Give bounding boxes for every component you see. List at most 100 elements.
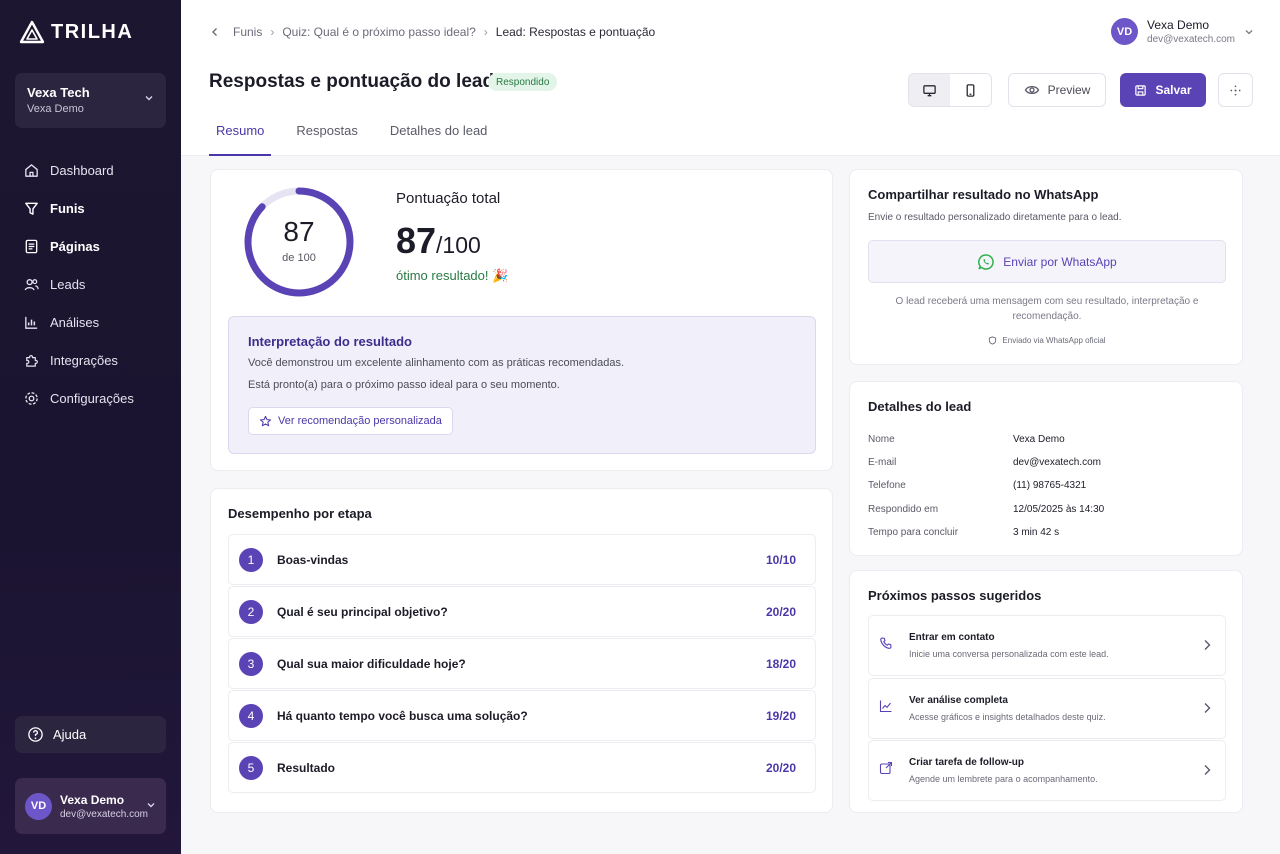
score-of: de 100	[282, 252, 316, 264]
more-options-button[interactable]	[1218, 73, 1253, 107]
step-score: 20/20	[765, 760, 796, 775]
sidebar-item-label: Integrações	[50, 352, 118, 368]
interpretation-text: Você demonstrou um excelente alinhamento…	[248, 357, 625, 369]
breadcrumb-quiz[interactable]: Quiz: Qual é o próximo passo ideal?	[282, 25, 475, 39]
chevron-down-icon	[1245, 29, 1253, 34]
logo[interactable]: TRILHA	[19, 20, 133, 44]
desktop-icon	[923, 84, 936, 96]
device-toggle	[908, 73, 992, 107]
step-question: Qual sua maior dificuldade hoje?	[277, 656, 466, 671]
detail-value: 3 min 42 s	[1013, 527, 1060, 538]
lead-details-card: Detalhes do lead Nome Vexa Demo E-mail d…	[849, 381, 1243, 556]
star-icon	[259, 415, 272, 426]
detail-value: (11) 98765-4321	[1013, 480, 1087, 491]
breadcrumb-current: Lead: Respostas e pontuação	[495, 25, 656, 39]
help-button[interactable]: Ajuda	[15, 716, 166, 753]
sidebar-item-integracoes[interactable]: Integrações	[0, 341, 181, 379]
score-card: 87 de 100 Pontuação total 87/100 ótimo r…	[210, 169, 833, 471]
step-score: 20/20	[765, 604, 796, 619]
user-name: Vexa Demo	[60, 792, 125, 807]
sidebar-user-menu[interactable]: VD Vexa Demo dev@vexatech.com	[15, 778, 166, 834]
list-item[interactable]: 4 Há quanto tempo você busca uma solução…	[228, 690, 816, 741]
save-label: Salvar	[1155, 83, 1192, 97]
chevron-down-icon	[145, 96, 153, 101]
funnel-icon	[25, 202, 38, 215]
send-whatsapp-button[interactable]: Enviar por WhatsApp	[868, 240, 1226, 283]
home-icon	[25, 163, 38, 177]
sidebar-item-label: Configurações	[50, 390, 134, 406]
tab-detalhes-do-lead[interactable]: Detalhes do lead	[383, 115, 495, 156]
list-item[interactable]: 1 Boas-vindas 10/10	[228, 534, 816, 585]
step-question: Qual é seu principal objetivo?	[277, 604, 448, 619]
detail-value: Vexa Demo	[1013, 434, 1065, 445]
next-step-desc: Agende um lembrete para o acompanhamento…	[909, 774, 1098, 784]
step-score: 19/20	[765, 708, 796, 723]
next-step-title: Entrar em contato	[909, 632, 995, 643]
gear-icon	[25, 391, 38, 405]
next-step-desc: Inicie uma conversa personalizada com es…	[909, 649, 1109, 659]
detail-key: Nome	[868, 434, 895, 445]
sidebar-item-leads[interactable]: Leads	[0, 265, 181, 303]
detail-row: Respondido em 12/05/2025 às 14:30	[868, 504, 1104, 515]
step-score: 18/20	[765, 656, 796, 671]
step-number: 5	[239, 755, 263, 780]
user-email: dev@vexatech.com	[60, 808, 148, 820]
preview-button[interactable]: Preview	[1008, 73, 1106, 107]
next-step-title: Criar tarefa de follow-up	[909, 757, 1025, 768]
save-button[interactable]: Salvar	[1120, 73, 1206, 107]
step-number: 3	[239, 651, 263, 676]
breadcrumb-separator-icon: ›	[270, 25, 275, 39]
total-score: 87/100	[396, 220, 481, 262]
whatsapp-official-label: Enviado via WhatsApp oficial	[1002, 336, 1106, 345]
sidebar-item-funis[interactable]: Funis	[0, 189, 181, 227]
breadcrumb-funis[interactable]: Funis	[233, 25, 262, 39]
interpretation-text: Está pronto(a) para o próximo passo idea…	[248, 379, 560, 391]
brand-name: TRILHA	[51, 20, 134, 43]
sidebar-item-label: Análises	[50, 314, 100, 330]
sidebar-item-analises[interactable]: Análises	[0, 303, 181, 341]
performance-card: Desempenho por etapa 1 Boas-vindas 10/10…	[210, 488, 833, 813]
back-icon[interactable]	[209, 26, 221, 38]
workspace-name: Vexa Tech	[27, 85, 90, 100]
sidebar-item-paginas[interactable]: Páginas	[0, 227, 181, 265]
preview-label: Preview	[1047, 83, 1091, 97]
sidebar-item-configuracoes[interactable]: Configurações	[0, 379, 181, 417]
detail-value: dev@vexatech.com	[1013, 457, 1101, 468]
workspace-sub: Vexa Demo	[27, 103, 84, 115]
step-question: Boas-vindas	[277, 552, 349, 567]
workspace-switcher[interactable]: Vexa Tech Vexa Demo	[15, 73, 166, 128]
list-item[interactable]: 3 Qual sua maior dificuldade hoje? 18/20	[228, 638, 816, 689]
sidebar: TRILHA Vexa Tech Vexa Demo Dashboard Fun…	[0, 0, 181, 854]
total-score-value: 87	[396, 220, 437, 261]
tab-respostas[interactable]: Respostas	[289, 115, 364, 156]
sidebar-item-dashboard[interactable]: Dashboard	[0, 151, 181, 189]
next-step-followup[interactable]: Criar tarefa de follow-up Agende um lemb…	[868, 740, 1226, 801]
whatsapp-official: Enviado via WhatsApp oficial	[868, 336, 1226, 345]
tab-bar: Resumo Respostas Detalhes do lead	[209, 115, 512, 156]
sidebar-item-label: Funis	[50, 200, 85, 216]
chevron-down-icon	[147, 803, 155, 808]
next-step-contact[interactable]: Entrar em contato Inicie uma conversa pe…	[868, 615, 1226, 676]
sidebar-item-label: Leads	[50, 276, 86, 292]
whatsapp-title: Compartilhar resultado no WhatsApp	[868, 187, 1099, 202]
tab-resumo[interactable]: Resumo	[209, 115, 272, 156]
recommendation-button[interactable]: Ver recomendação personalizada	[248, 407, 453, 435]
save-icon	[1135, 84, 1147, 96]
desktop-view-button[interactable]	[909, 74, 950, 106]
next-step-analysis[interactable]: Ver análise completa Acesse gráficos e i…	[868, 678, 1226, 739]
detail-row: Telefone (11) 98765-4321	[868, 480, 1086, 491]
help-label: Ajuda	[53, 727, 87, 742]
detail-row: Tempo para concluir 3 min 42 s	[868, 527, 1059, 538]
page-header: Funis › Quiz: Qual é o próximo passo ide…	[181, 0, 1280, 156]
detail-key: Respondido em	[868, 504, 939, 515]
next-step-desc: Acesse gráficos e insights detalhados de…	[909, 712, 1106, 722]
chart-icon	[25, 316, 38, 329]
list-item[interactable]: 2 Qual é seu principal objetivo? 20/20	[228, 586, 816, 637]
top-user-menu[interactable]: VD Vexa Demo dev@vexatech.com	[1111, 18, 1254, 45]
chevron-right-icon	[1204, 703, 1211, 713]
total-score-denominator: /100	[436, 232, 481, 258]
trend-chart-icon	[879, 700, 892, 713]
score-value: 87	[283, 216, 315, 247]
list-item[interactable]: 5 Resultado 20/20	[228, 742, 816, 793]
mobile-view-button[interactable]	[950, 74, 991, 106]
